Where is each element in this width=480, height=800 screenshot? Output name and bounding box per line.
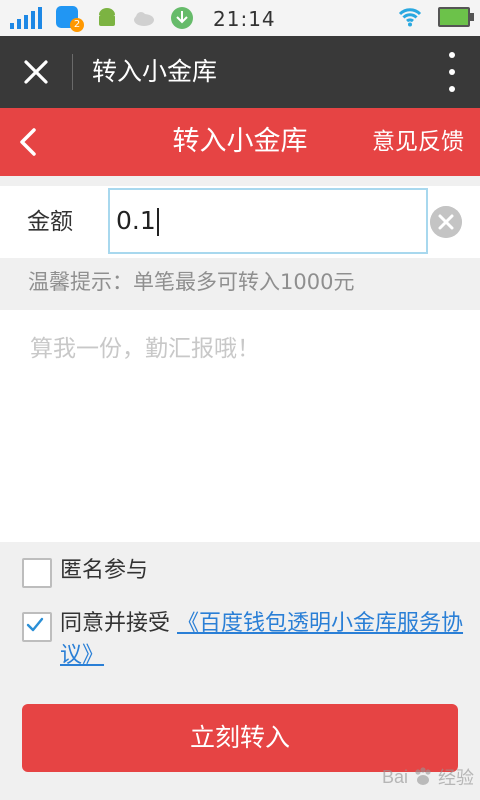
app-bar-divider bbox=[72, 54, 73, 90]
battery-icon bbox=[438, 7, 474, 27]
anonymous-label: 匿名参与 bbox=[60, 558, 149, 583]
amount-label: 金额 bbox=[27, 209, 73, 235]
agreement-prefix: 同意并接受 bbox=[60, 611, 171, 636]
agreement-text: 同意并接受 《百度钱包透明小金库服务协议》 bbox=[60, 608, 480, 672]
watermark-brand: Bai bbox=[381, 766, 408, 787]
agreement-checkbox[interactable] bbox=[22, 612, 52, 642]
feedback-link[interactable]: 意见反馈 bbox=[372, 126, 464, 158]
message-input[interactable]: 算我一份，勤汇报哦！ bbox=[0, 310, 480, 542]
watermark-suffix: 经验 bbox=[438, 768, 474, 788]
app-notification-icon: 2 bbox=[56, 6, 84, 32]
amount-input[interactable]: 0.1 bbox=[108, 188, 428, 254]
transfer-button[interactable]: 立刻转入 bbox=[22, 704, 458, 772]
app-bar: 转入小金库 bbox=[0, 36, 480, 108]
notification-badge: 2 bbox=[70, 18, 84, 32]
android-icon bbox=[99, 8, 115, 26]
close-icon[interactable] bbox=[18, 54, 54, 90]
message-placeholder: 算我一份，勤汇报哦！ bbox=[30, 336, 260, 362]
download-app-icon bbox=[171, 7, 193, 29]
cell-signal-icon bbox=[10, 7, 42, 29]
text-cursor bbox=[156, 208, 159, 236]
status-icons-right bbox=[398, 6, 474, 28]
check-icon bbox=[26, 617, 44, 632]
amount-value: 0.1 bbox=[116, 206, 156, 235]
app-bar-title: 转入小金库 bbox=[92, 57, 218, 86]
more-options-icon[interactable] bbox=[442, 52, 462, 92]
status-icons-left: 2 bbox=[10, 6, 194, 32]
back-arrow-icon[interactable] bbox=[14, 124, 44, 160]
wifi-icon bbox=[398, 8, 422, 27]
watermark: Bai 经验 bbox=[382, 764, 474, 790]
limit-hint: 温馨提示：单笔最多可转入1000元 bbox=[28, 270, 355, 294]
cloud-icon bbox=[134, 12, 154, 26]
status-bar: 2 21:14 bbox=[0, 0, 480, 36]
anonymous-checkbox[interactable] bbox=[22, 558, 52, 588]
clear-input-icon[interactable] bbox=[430, 206, 462, 238]
paw-logo-icon bbox=[415, 767, 431, 785]
amount-row: 金额 0.1 bbox=[0, 186, 480, 258]
status-time: 21:14 bbox=[213, 7, 276, 31]
page-header: 转入小金库 意见反馈 bbox=[0, 108, 480, 176]
